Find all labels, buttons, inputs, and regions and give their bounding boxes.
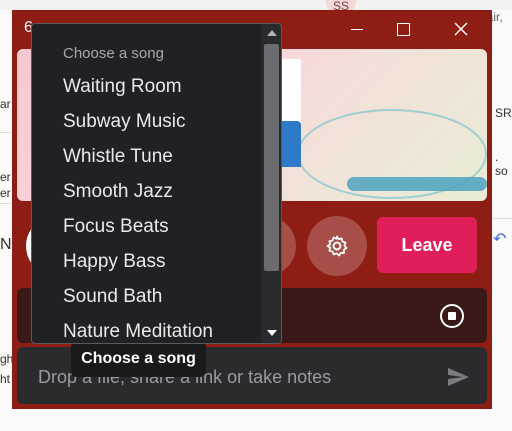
video-decoration bbox=[347, 177, 487, 191]
song-option[interactable]: Happy Bass bbox=[63, 251, 165, 273]
scrollbar-thumb[interactable] bbox=[264, 44, 279, 271]
minimize-button[interactable] bbox=[334, 10, 380, 48]
close-button[interactable] bbox=[438, 10, 484, 48]
minimize-icon bbox=[351, 28, 363, 30]
tooltip: Choose a song bbox=[71, 341, 206, 377]
close-icon bbox=[454, 22, 468, 36]
background-top-strip bbox=[0, 0, 512, 10]
background-left-text: N bbox=[0, 236, 12, 253]
scroll-up-icon[interactable] bbox=[267, 30, 277, 36]
background-left-text: ar bbox=[0, 97, 11, 111]
background-divider bbox=[0, 132, 12, 133]
background-divider bbox=[492, 218, 512, 219]
song-option[interactable]: Focus Beats bbox=[63, 216, 169, 238]
stop-square bbox=[448, 312, 456, 320]
settings-button[interactable] bbox=[307, 216, 367, 276]
background-left-text: er bbox=[0, 170, 11, 184]
background-right-text: . so bbox=[495, 150, 508, 178]
maximize-button[interactable] bbox=[380, 10, 426, 48]
leave-button[interactable]: Leave bbox=[377, 217, 477, 273]
song-option[interactable]: Waiting Room bbox=[63, 76, 182, 98]
song-option[interactable]: Nature Meditation bbox=[63, 321, 213, 343]
scroll-down-icon[interactable] bbox=[267, 330, 277, 336]
stop-circle-icon[interactable] bbox=[440, 304, 464, 328]
song-menu-header: Choose a song bbox=[63, 45, 164, 62]
background-left-text: er bbox=[0, 186, 11, 200]
background-right-text: SR/ bbox=[495, 106, 512, 120]
background-left-text: ht bbox=[0, 372, 11, 386]
maximize-icon bbox=[396, 22, 410, 36]
song-option[interactable]: Subway Music bbox=[63, 111, 186, 133]
song-option[interactable]: Smooth Jazz bbox=[63, 181, 173, 203]
reply-icon[interactable]: ↶ bbox=[493, 229, 506, 249]
send-icon[interactable] bbox=[446, 365, 470, 389]
song-dropdown[interactable]: Choose a song Waiting Room Subway Music … bbox=[31, 23, 282, 344]
song-option[interactable]: Sound Bath bbox=[63, 286, 162, 308]
background-divider bbox=[0, 203, 12, 204]
song-option[interactable]: Whistle Tune bbox=[63, 146, 173, 168]
gear-icon bbox=[326, 235, 348, 257]
